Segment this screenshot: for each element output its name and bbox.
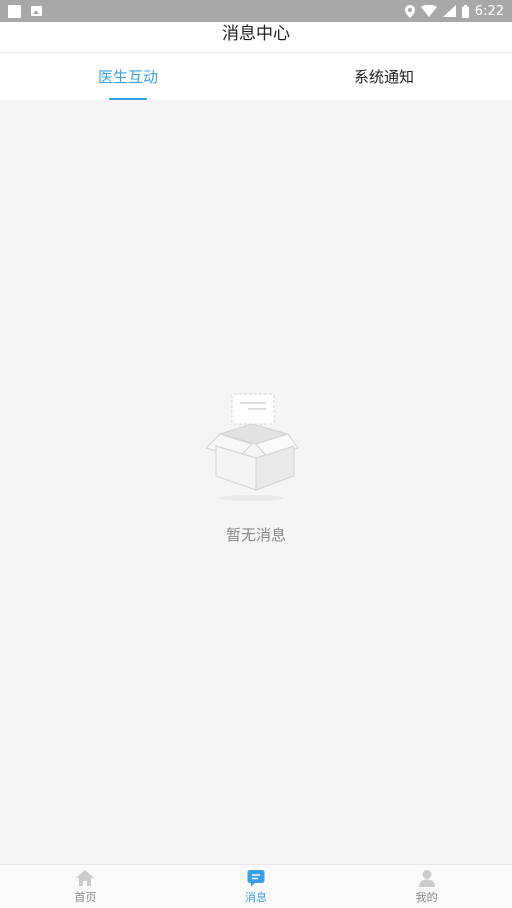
empty-state: 暂无消息 bbox=[0, 390, 512, 545]
page-title: 消息中心 bbox=[222, 23, 290, 44]
signal-icon bbox=[442, 5, 456, 17]
status-time: 6:22 bbox=[474, 3, 504, 19]
tab-system-notification[interactable]: 系统通知 bbox=[256, 53, 512, 100]
active-tab-indicator bbox=[109, 98, 147, 100]
empty-box-icon bbox=[206, 393, 299, 501]
nav-label-message: 消息 bbox=[245, 890, 267, 904]
battery-icon bbox=[461, 4, 469, 18]
nav-label-home: 首页 bbox=[74, 890, 97, 904]
tab-doctor-interaction[interactable]: 医生互动 bbox=[0, 53, 256, 100]
tab-label: 医生互动 bbox=[97, 68, 158, 86]
header-bar: 消息中心 bbox=[0, 22, 512, 53]
notification-square-icon bbox=[8, 4, 21, 18]
home-icon bbox=[76, 869, 95, 886]
message-icon bbox=[247, 869, 265, 886]
empty-message-text: 暂无消息 bbox=[225, 526, 286, 544]
bottom-nav: 首页 消息 我的 bbox=[0, 864, 512, 908]
wifi-icon bbox=[420, 5, 437, 17]
location-icon bbox=[404, 4, 415, 18]
tab-label: 系统通知 bbox=[353, 68, 414, 86]
image-notification-icon bbox=[31, 6, 42, 16]
nav-mine[interactable]: 我的 bbox=[341, 865, 512, 908]
user-icon bbox=[418, 869, 435, 887]
nav-home[interactable]: 首页 bbox=[0, 865, 171, 908]
nav-label-mine: 我的 bbox=[415, 890, 438, 904]
tab-bar: 医生互动 系统通知 bbox=[0, 53, 512, 100]
message-center-screen: 6:22 消息中心 医生互动 系统通知 暂无消息 首页 消息 我的 bbox=[0, 0, 512, 908]
nav-message[interactable]: 消息 bbox=[171, 865, 342, 908]
